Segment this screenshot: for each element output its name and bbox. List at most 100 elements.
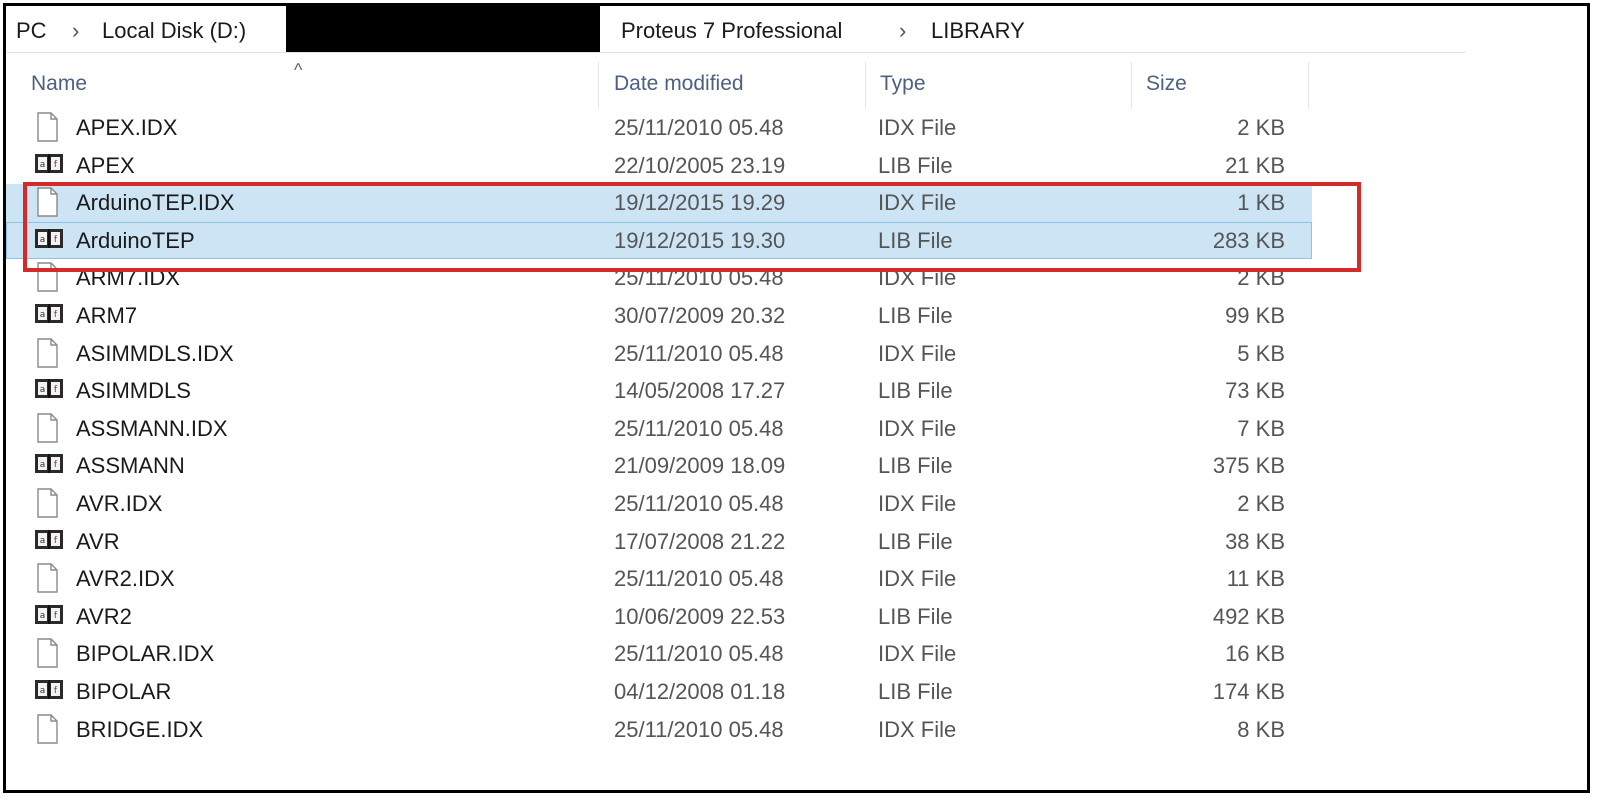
column-divider[interactable]: [1308, 62, 1309, 108]
file-name: ArduinoTEP.IDX: [76, 190, 235, 216]
file-name: ASIMMDLS: [76, 378, 191, 404]
svg-text:a: a: [40, 235, 46, 245]
file-type: IDX File: [878, 340, 957, 366]
svg-text:a: a: [40, 611, 46, 621]
file-date-modified: 19/12/2015 19.30: [614, 227, 786, 253]
file-type: LIB File: [878, 453, 953, 479]
file-size: 1 KB: [1237, 190, 1285, 216]
breadcrumb-item-pc[interactable]: PC: [16, 18, 47, 44]
library-book-icon: af: [34, 300, 63, 330]
file-size: 2 KB: [1237, 265, 1285, 291]
file-type: IDX File: [878, 190, 957, 216]
file-name: AVR2: [76, 603, 132, 629]
file-name: AVR2.IDX: [76, 566, 175, 592]
file-type: LIB File: [878, 678, 953, 704]
file-size: 99 KB: [1225, 302, 1285, 328]
chevron-right-icon[interactable]: ›: [899, 18, 906, 44]
file-date-modified: 04/12/2008 01.18: [614, 678, 786, 704]
file-row[interactable]: a f ASIMMDLS 14/05/2008 17.27 LIB File 73 KB: [6, 372, 1312, 410]
file-date-modified: 25/11/2010 05.48: [614, 490, 784, 516]
breadcrumb-item-proteus[interactable]: Proteus 7 Professional: [621, 18, 842, 44]
file-size: 38 KB: [1225, 528, 1285, 554]
file-type: IDX File: [878, 716, 957, 742]
column-divider[interactable]: [1131, 62, 1132, 108]
file-row[interactable]: APEX.IDX 25/11/2010 05.48 IDX File 2 KB: [6, 109, 1312, 147]
library-book-icon: af: [34, 601, 63, 631]
column-header-size[interactable]: Size: [1146, 72, 1187, 96]
column-header-date[interactable]: Date modified: [614, 72, 744, 96]
column-divider[interactable]: [598, 62, 599, 108]
blank-document-icon: [34, 112, 60, 142]
file-date-modified: 22/10/2005 23.19: [614, 152, 786, 178]
file-name: AVR: [76, 528, 120, 554]
file-row[interactable]: a f ASSMANN 21/09/2009 18.09 LIB File 375 KB: [6, 447, 1312, 485]
file-row[interactable]: ArduinoTEP.IDX 19/12/2015 19.29 IDX File 1 …: [6, 184, 1312, 222]
file-type: LIB File: [878, 152, 953, 178]
column-divider[interactable]: [865, 62, 866, 108]
file-list: APEX.IDX 25/11/2010 05.48 IDX File 2 KB a f AP…: [6, 109, 1312, 748]
svg-text:a: a: [40, 385, 46, 395]
explorer-window: PC › Local Disk (D:) Proteus 7 Professio…: [3, 3, 1590, 793]
file-size: 73 KB: [1225, 378, 1285, 404]
file-row[interactable]: AVR2.IDX 25/11/2010 05.48 IDX File 11 KB: [6, 560, 1312, 598]
file-name: ASIMMDLS.IDX: [76, 340, 234, 366]
library-book-icon: af: [34, 450, 63, 480]
breadcrumb: PC › Local Disk (D:) Proteus 7 Professio…: [6, 6, 1466, 53]
file-date-modified: 21/09/2009 18.09: [614, 453, 786, 479]
file-type: IDX File: [878, 490, 957, 516]
file-size: 174 KB: [1212, 678, 1285, 704]
blank-document-icon: [34, 488, 60, 518]
file-row[interactable]: a f ARM7 30/07/2009 20.32 LIB File 99 KB: [6, 297, 1312, 335]
breadcrumb-item-library[interactable]: LIBRARY: [931, 18, 1025, 44]
file-date-modified: 17/07/2008 21.22: [614, 528, 786, 554]
file-row[interactable]: a f ArduinoTEP 19/12/2015 19.30 LIB File 283 …: [6, 221, 1312, 260]
file-row[interactable]: ASSMANN.IDX 25/11/2010 05.48 IDX File 7 KB: [6, 410, 1312, 448]
file-row[interactable]: ARM7.IDX 25/11/2010 05.48 IDX File 2 KB: [6, 259, 1312, 297]
blank-document-icon: [34, 413, 60, 443]
file-type: LIB File: [878, 227, 953, 253]
file-row[interactable]: BIPOLAR.IDX 25/11/2010 05.48 IDX File 16 KB: [6, 635, 1312, 673]
file-row[interactable]: ASIMMDLS.IDX 25/11/2010 05.48 IDX File 5 KB: [6, 335, 1312, 373]
file-size: 8 KB: [1237, 716, 1285, 742]
file-row[interactable]: a f APEX 22/10/2005 23.19 LIB File 21 KB: [6, 147, 1312, 185]
file-type: IDX File: [878, 265, 957, 291]
sort-ascending-icon: ^: [294, 60, 303, 80]
blank-document-icon: [34, 337, 60, 368]
file-date-modified: 25/11/2010 05.48: [614, 265, 784, 291]
breadcrumb-item-local-disk[interactable]: Local Disk (D:): [102, 18, 246, 44]
file-date-modified: 25/11/2010 05.48: [614, 641, 784, 667]
file-name: APEX: [76, 152, 135, 178]
file-date-modified: 25/11/2010 05.48: [614, 115, 784, 140]
file-row[interactable]: AVR.IDX 25/11/2010 05.48 IDX File 2 KB: [6, 485, 1312, 523]
blank-document-icon: [34, 638, 60, 669]
file-size: 11 KB: [1226, 566, 1285, 592]
chevron-right-icon[interactable]: ›: [72, 18, 79, 44]
svg-text:a: a: [40, 460, 46, 470]
file-date-modified: 10/06/2009 22.53: [614, 603, 786, 629]
file-name: ASSMANN: [76, 453, 185, 479]
file-row[interactable]: a f AVR 17/07/2008 21.22 LIB File 38 KB: [6, 523, 1312, 561]
file-row[interactable]: a f BIPOLAR 04/12/2008 01.18 LIB File 174 KB: [6, 673, 1312, 711]
file-date-modified: 19/12/2015 19.29: [614, 190, 786, 216]
file-type: LIB File: [878, 378, 953, 404]
file-size: 2 KB: [1237, 115, 1285, 140]
file-size: 5 KB: [1237, 340, 1285, 366]
file-date-modified: 25/11/2010 05.48: [614, 716, 784, 742]
blank-document-icon: [34, 187, 60, 217]
file-type: IDX File: [878, 566, 957, 592]
file-date-modified: 25/11/2010 05.48: [614, 340, 784, 366]
library-book-icon: af: [34, 375, 63, 405]
file-name: AVR.IDX: [76, 490, 163, 516]
column-header-type[interactable]: Type: [880, 72, 926, 96]
library-book-icon: af: [34, 526, 63, 556]
file-name: BIPOLAR.IDX: [76, 641, 215, 667]
file-row[interactable]: a f AVR2 10/06/2009 22.53 LIB File 492 KB: [6, 598, 1312, 636]
column-header-name[interactable]: Name: [31, 72, 87, 96]
column-header: ^ Name Date modified Type Size: [6, 60, 1312, 112]
blank-document-icon: [34, 262, 60, 293]
file-type: IDX File: [878, 115, 957, 140]
library-book-icon: af: [34, 225, 63, 255]
svg-text:a: a: [40, 536, 46, 546]
file-name: ArduinoTEP: [76, 227, 195, 253]
file-row[interactable]: BRIDGE.IDX 25/11/2010 05.48 IDX File 8 KB: [6, 711, 1312, 749]
